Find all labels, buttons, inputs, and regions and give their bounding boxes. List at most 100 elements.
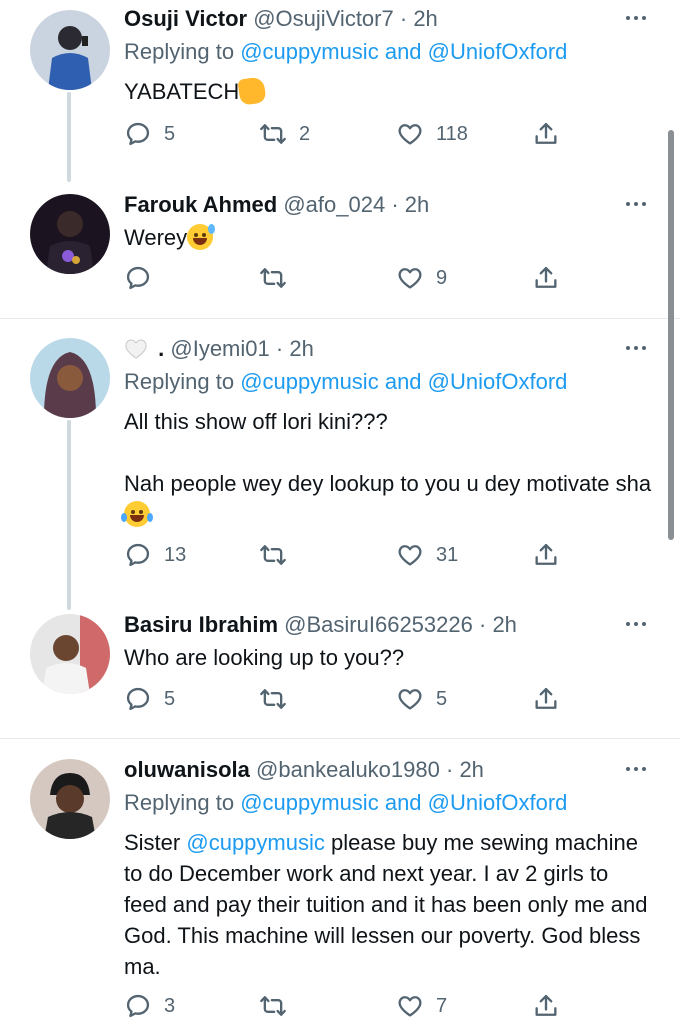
tweet-text: All this show off lori kini??? Nah peopl…	[121, 406, 664, 530]
replying-to: Replying to @cuppymusic and @UniofOxford	[124, 788, 567, 818]
display-name[interactable]: Basiru Ibrahim	[124, 612, 278, 637]
separator: ·	[445, 757, 454, 782]
mention-link[interactable]: @cuppymusic	[240, 369, 379, 394]
separator: ·	[275, 336, 284, 361]
timestamp[interactable]: 2h	[413, 6, 437, 31]
display-name[interactable]: Osuji Victor	[124, 6, 247, 31]
reply-button[interactable]: 3	[124, 991, 175, 1021]
tweet[interactable]: Farouk Ahmed @afo_024 · 2h Werey 9	[0, 190, 680, 310]
replying-to: Replying to @cuppymusic and @UniofOxford	[124, 37, 567, 67]
divider	[0, 318, 680, 319]
avatar[interactable]	[30, 759, 110, 839]
retweet-button[interactable]	[259, 991, 299, 1021]
retweet-count: 2	[299, 122, 311, 145]
like-icon	[398, 124, 422, 145]
retweet-icon	[260, 996, 286, 1016]
share-icon	[535, 266, 557, 288]
more-icon[interactable]	[626, 622, 646, 626]
tweet-text: Who are looking up to you??	[124, 642, 664, 673]
tweet-text: YABATECH	[124, 76, 664, 107]
retweet-button[interactable]	[259, 540, 299, 570]
tweet[interactable]: oluwanisola @bankealuko1980 · 2h Replyin…	[0, 755, 680, 1024]
replying-to-label: Replying to	[124, 369, 235, 394]
share-button[interactable]	[532, 119, 560, 149]
reply-count: 5	[164, 122, 176, 145]
replying-to-label: Replying to	[124, 790, 235, 815]
mention-link[interactable]: @cuppymusic	[240, 39, 379, 64]
mention-link[interactable]: @cuppymusic	[240, 790, 379, 815]
like-icon	[398, 689, 422, 710]
separator: ·	[478, 612, 487, 637]
more-icon[interactable]	[626, 16, 646, 20]
tweet-text: Werey	[124, 222, 664, 253]
timestamp[interactable]: 2h	[405, 192, 429, 217]
like-button[interactable]: 7	[396, 991, 447, 1021]
tweet-text-content: Who are looking up to you??	[124, 645, 405, 670]
reply-button[interactable]	[124, 263, 164, 293]
replying-to-label: Replying to	[124, 39, 235, 64]
like-button[interactable]: 31	[396, 540, 458, 570]
more-icon[interactable]	[626, 346, 646, 350]
tweet[interactable]: Basiru Ibrahim @BasiruI66253226 · 2h Who…	[0, 610, 680, 730]
timestamp[interactable]: 2h	[289, 336, 313, 361]
more-icon[interactable]	[626, 202, 646, 206]
timestamp[interactable]: 2h	[492, 612, 516, 637]
reply-icon	[126, 543, 150, 567]
username[interactable]: @BasiruI66253226	[284, 612, 473, 637]
retweet-button[interactable]: 2	[259, 119, 310, 149]
mention-link[interactable]: @UniofOxford	[428, 790, 568, 815]
mention-and[interactable]: and	[385, 369, 422, 394]
tweet-text-prefix: Sister	[124, 830, 181, 855]
username[interactable]: @Iyemi01	[170, 336, 269, 361]
thumbs-up-icon	[237, 76, 268, 106]
mention-and[interactable]: and	[385, 39, 422, 64]
timestamp[interactable]: 2h	[459, 757, 483, 782]
like-button[interactable]: 118	[396, 119, 468, 149]
retweet-icon	[260, 689, 286, 709]
tweet[interactable]: Osuji Victor @OsujiVictor7 · 2h Replying…	[0, 4, 680, 174]
username[interactable]: @bankealuko1980	[256, 757, 440, 782]
avatar[interactable]	[30, 194, 110, 274]
more-icon[interactable]	[626, 767, 646, 771]
tweet[interactable]: . @Iyemi01 · 2h Replying to @cuppymusic …	[0, 334, 680, 584]
display-name[interactable]: Farouk Ahmed	[124, 192, 277, 217]
like-button[interactable]: 5	[396, 684, 447, 714]
reply-icon	[126, 122, 150, 146]
username[interactable]: @afo_024	[283, 192, 385, 217]
scrollbar[interactable]	[668, 130, 674, 540]
username[interactable]: @OsujiVictor7	[253, 6, 394, 31]
reply-button[interactable]: 5	[124, 684, 175, 714]
grinning-sweat-emoji-icon	[187, 224, 216, 250]
retweet-button[interactable]	[259, 684, 299, 714]
avatar[interactable]	[30, 614, 110, 694]
like-count: 7	[436, 994, 448, 1017]
avatar[interactable]	[30, 10, 110, 90]
reply-button[interactable]: 13	[124, 540, 186, 570]
retweet-button[interactable]	[259, 263, 299, 293]
tweet-text-line: Nah people wey dey lookup to you u dey m…	[124, 471, 652, 496]
share-button[interactable]	[532, 991, 560, 1021]
reply-count: 5	[164, 687, 176, 710]
tweet-text: Sister @cuppymusic please buy me sewing …	[124, 827, 654, 982]
reply-icon	[126, 994, 150, 1018]
like-button[interactable]: 9	[396, 263, 447, 293]
tweet-text-content: YABATECH	[124, 79, 240, 104]
share-icon	[535, 122, 557, 144]
reply-count: 13	[164, 543, 187, 566]
reply-icon	[126, 266, 150, 290]
share-button[interactable]	[532, 684, 560, 714]
mention-and[interactable]: and	[385, 790, 422, 815]
avatar[interactable]	[30, 338, 110, 418]
retweet-icon	[260, 124, 286, 144]
share-button[interactable]	[532, 540, 560, 570]
like-icon	[398, 545, 422, 566]
display-name[interactable]: oluwanisola	[124, 757, 250, 782]
retweet-icon	[260, 268, 286, 288]
display-name[interactable]: .	[158, 336, 164, 361]
mention-link[interactable]: @cuppymusic	[186, 830, 325, 855]
share-button[interactable]	[532, 263, 560, 293]
reply-button[interactable]: 5	[124, 119, 175, 149]
separator: ·	[399, 6, 408, 31]
mention-link[interactable]: @UniofOxford	[428, 39, 568, 64]
mention-link[interactable]: @UniofOxford	[428, 369, 568, 394]
